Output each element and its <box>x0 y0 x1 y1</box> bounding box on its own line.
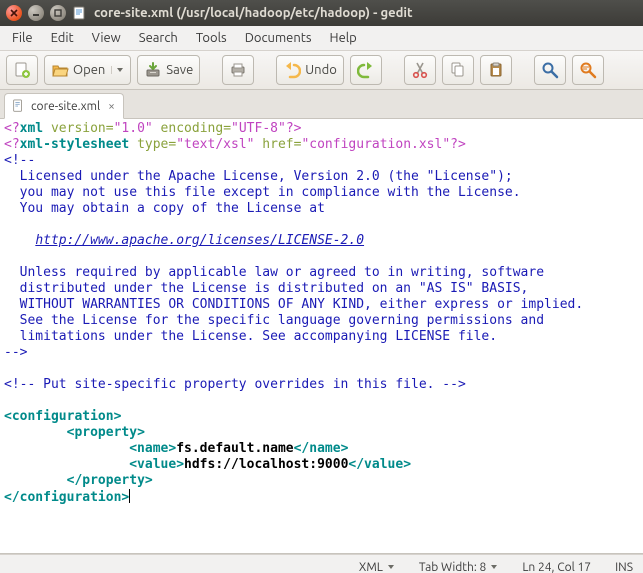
toolbar: Open Save Undo <box>0 51 643 90</box>
undo-icon <box>283 61 301 79</box>
folder-open-icon <box>51 61 69 79</box>
find-replace-button[interactable] <box>572 55 604 85</box>
document-tab[interactable]: core-site.xml × <box>4 93 124 119</box>
status-insert-mode[interactable]: INS <box>615 561 633 573</box>
paste-button[interactable] <box>480 55 512 85</box>
menu-documents[interactable]: Documents <box>237 28 320 48</box>
print-button[interactable] <box>222 55 254 85</box>
open-recent-dropdown[interactable] <box>111 66 124 74</box>
window-maximize-button[interactable] <box>50 5 66 21</box>
undo-button[interactable]: Undo <box>276 55 344 85</box>
chevron-down-icon <box>490 561 498 573</box>
title-bar: core-site.xml (/usr/local/hadoop/etc/had… <box>0 0 643 26</box>
status-language-selector[interactable]: XML <box>359 561 395 573</box>
save-button[interactable]: Save <box>137 55 200 85</box>
menu-tools[interactable]: Tools <box>188 28 235 48</box>
menu-bar: File Edit View Search Tools Documents He… <box>0 26 643 51</box>
tab-close-button[interactable]: × <box>106 100 117 113</box>
undo-label: Undo <box>305 63 337 77</box>
menu-edit[interactable]: Edit <box>43 28 82 48</box>
window-minimize-button[interactable] <box>28 5 44 21</box>
window-close-button[interactable] <box>6 5 22 21</box>
text-cursor <box>129 489 130 503</box>
chevron-down-icon <box>387 561 395 573</box>
menu-search[interactable]: Search <box>131 28 186 48</box>
status-tab-width-selector[interactable]: Tab Width: 8 <box>419 561 498 573</box>
menu-view[interactable]: View <box>84 28 129 48</box>
status-cursor-position: Ln 24, Col 17 <box>522 561 591 573</box>
redo-button[interactable] <box>350 55 382 85</box>
find-button[interactable] <box>534 55 566 85</box>
tab-strip: core-site.xml × <box>0 90 643 119</box>
menu-help[interactable]: Help <box>322 28 365 48</box>
open-button[interactable]: Open <box>44 55 131 85</box>
document-icon <box>11 99 25 113</box>
status-bar: XML Tab Width: 8 Ln 24, Col 17 INS <box>0 554 643 573</box>
editor-area[interactable]: <?xml version="1.0" encoding="UTF-8"?> <… <box>0 119 643 554</box>
copy-button[interactable] <box>442 55 474 85</box>
cut-button[interactable] <box>404 55 436 85</box>
save-icon <box>144 61 162 79</box>
new-document-button[interactable] <box>6 55 38 85</box>
tab-label: core-site.xml <box>31 100 100 113</box>
window-title: core-site.xml (/usr/local/hadoop/etc/had… <box>94 6 637 20</box>
gedit-app-icon <box>72 5 88 21</box>
menu-file[interactable]: File <box>4 28 41 48</box>
save-label: Save <box>166 63 193 77</box>
open-label: Open <box>73 63 105 77</box>
